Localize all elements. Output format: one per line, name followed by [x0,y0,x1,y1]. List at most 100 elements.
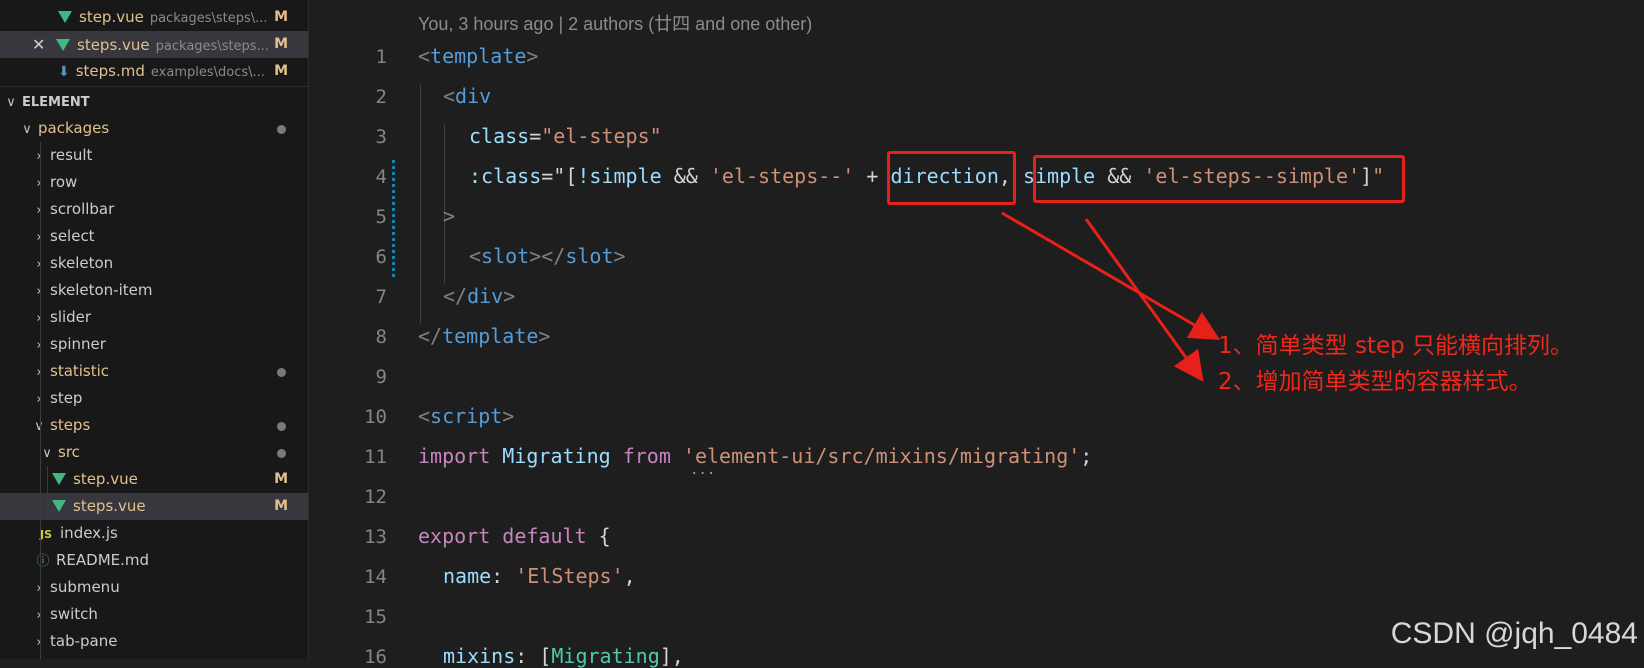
folder-step[interactable]: › step [0,385,308,412]
token: = [529,124,542,148]
code-line-11[interactable]: import Migrating from 'element-ui/src/mi… [418,444,1092,468]
line-number: 12 [364,486,387,508]
folder-label: submenu [50,578,120,596]
file-readme[interactable]: ⓘ README.md [0,547,308,574]
folder-src[interactable]: ∨ src [0,439,308,466]
git-blame-codelens[interactable]: You, 3 hours ago | 2 authors (廿四 and one… [418,10,812,36]
folder-spinner[interactable]: › spinner [0,331,308,358]
file-name: README.md [56,551,150,569]
line-number: 3 [375,126,387,148]
code-line-6[interactable]: <slot></slot> [469,244,626,268]
folder-skeleton-item[interactable]: › skeleton-item [0,277,308,304]
folder-slider[interactable]: › slider [0,304,308,331]
folder-label: result [50,146,93,164]
token: name [443,564,492,588]
code-line-16[interactable]: mixins: [Migrating], [443,644,684,668]
token: : [491,564,516,588]
folder-submenu[interactable]: › submenu [0,574,308,601]
folder-row[interactable]: › row [0,169,308,196]
token: ], [659,644,684,668]
tree-indent-guide [47,466,48,520]
vue-file-icon [52,500,66,512]
code-line-3[interactable]: class="el-steps" [469,124,662,148]
code-line-13[interactable]: export default { [418,524,611,548]
token: < [469,244,482,268]
code-line-2[interactable]: <div [443,84,491,108]
folder-label: step [50,389,83,407]
chevron-right-icon: › [36,365,42,380]
chevron-right-icon: › [36,338,42,353]
token: default [502,524,587,548]
token: :class [469,164,542,188]
section-header-element[interactable]: ∨ ELEMENT [0,88,308,115]
changes-dot [277,449,286,458]
token: < [418,404,431,428]
chevron-down-icon: ∨ [22,122,32,137]
close-icon[interactable]: ✕ [32,31,50,58]
chevron-right-icon: › [36,581,42,596]
token: + [854,164,891,188]
token: slot [565,244,614,268]
code-line-14[interactable]: name: 'ElSteps', [443,564,636,588]
open-editor-steps-vue[interactable]: ✕ steps.vue packages\steps... M [0,31,308,58]
token: template [442,324,539,348]
chevron-down-icon: ∨ [34,419,44,434]
line-number: 15 [364,606,387,628]
folder-scrollbar[interactable]: › scrollbar [0,196,308,223]
git-modified-gutter[interactable] [392,160,395,280]
token: < [443,84,456,108]
file-name: step.vue [73,470,138,488]
highlight-box-simple [1033,155,1405,203]
chevron-right-icon: › [36,284,42,299]
line-number: 13 [364,526,387,548]
chevron-right-icon: › [36,311,42,326]
folder-steps[interactable]: ∨ steps [0,412,308,439]
line-number: 16 [364,646,387,668]
folder-skeleton[interactable]: › skeleton [0,250,308,277]
arrow-to-note-1 [1001,211,1221,341]
token: ; [1080,444,1093,468]
inline-hint[interactable]: ... [690,462,715,478]
folder-select[interactable]: › select [0,223,308,250]
explorer-sidebar: step.vue packages\steps\... M ✕ steps.vue p… [0,0,309,659]
file-index-js[interactable]: JS index.js [0,520,308,547]
token: slot [481,244,530,268]
modified-badge: M [274,36,288,52]
open-editor-step-vue[interactable]: step.vue packages\steps\... M [0,4,308,31]
open-editor-steps-md[interactable]: ⬇ steps.md examples\docs\... M [0,58,308,85]
folder-tab-pane[interactable]: › tab-pane [0,628,308,655]
code-line-10[interactable]: <script> [418,404,514,428]
token: ></ [529,244,566,268]
line-number: 8 [375,326,387,348]
line-number: 1 [375,46,387,68]
token: 'element-ui/src/mixins/migrating' [682,444,1081,468]
folder-label: steps [50,416,91,434]
code-line-5[interactable]: > [443,204,455,228]
token: : [ [515,644,552,668]
folder-switch[interactable]: › switch [0,601,308,628]
changes-dot [277,368,286,377]
info-icon: ⓘ [36,554,50,569]
folder-result[interactable]: › result [0,142,308,169]
token: Migrating [551,644,660,668]
code-line-1[interactable]: <template> [418,44,538,68]
chevron-right-icon: › [36,203,42,218]
token: from [622,444,671,468]
folder-statistic[interactable]: › statistic [0,358,308,385]
token: </ [418,324,443,348]
file-name: steps.vue [73,497,146,515]
token: div [455,84,492,108]
chevron-right-icon: › [36,635,42,650]
file-name: index.js [60,524,118,542]
js-icon: JS [40,528,53,541]
code-line-8[interactable]: </template> [418,324,550,348]
code-line-7[interactable]: </div> [443,284,515,308]
token: div [467,284,504,308]
chevron-right-icon: › [36,608,42,623]
token: > [538,324,551,348]
folder-label: select [50,227,95,245]
folder-packages[interactable]: ∨ packages [0,115,308,142]
token: , [623,564,636,588]
